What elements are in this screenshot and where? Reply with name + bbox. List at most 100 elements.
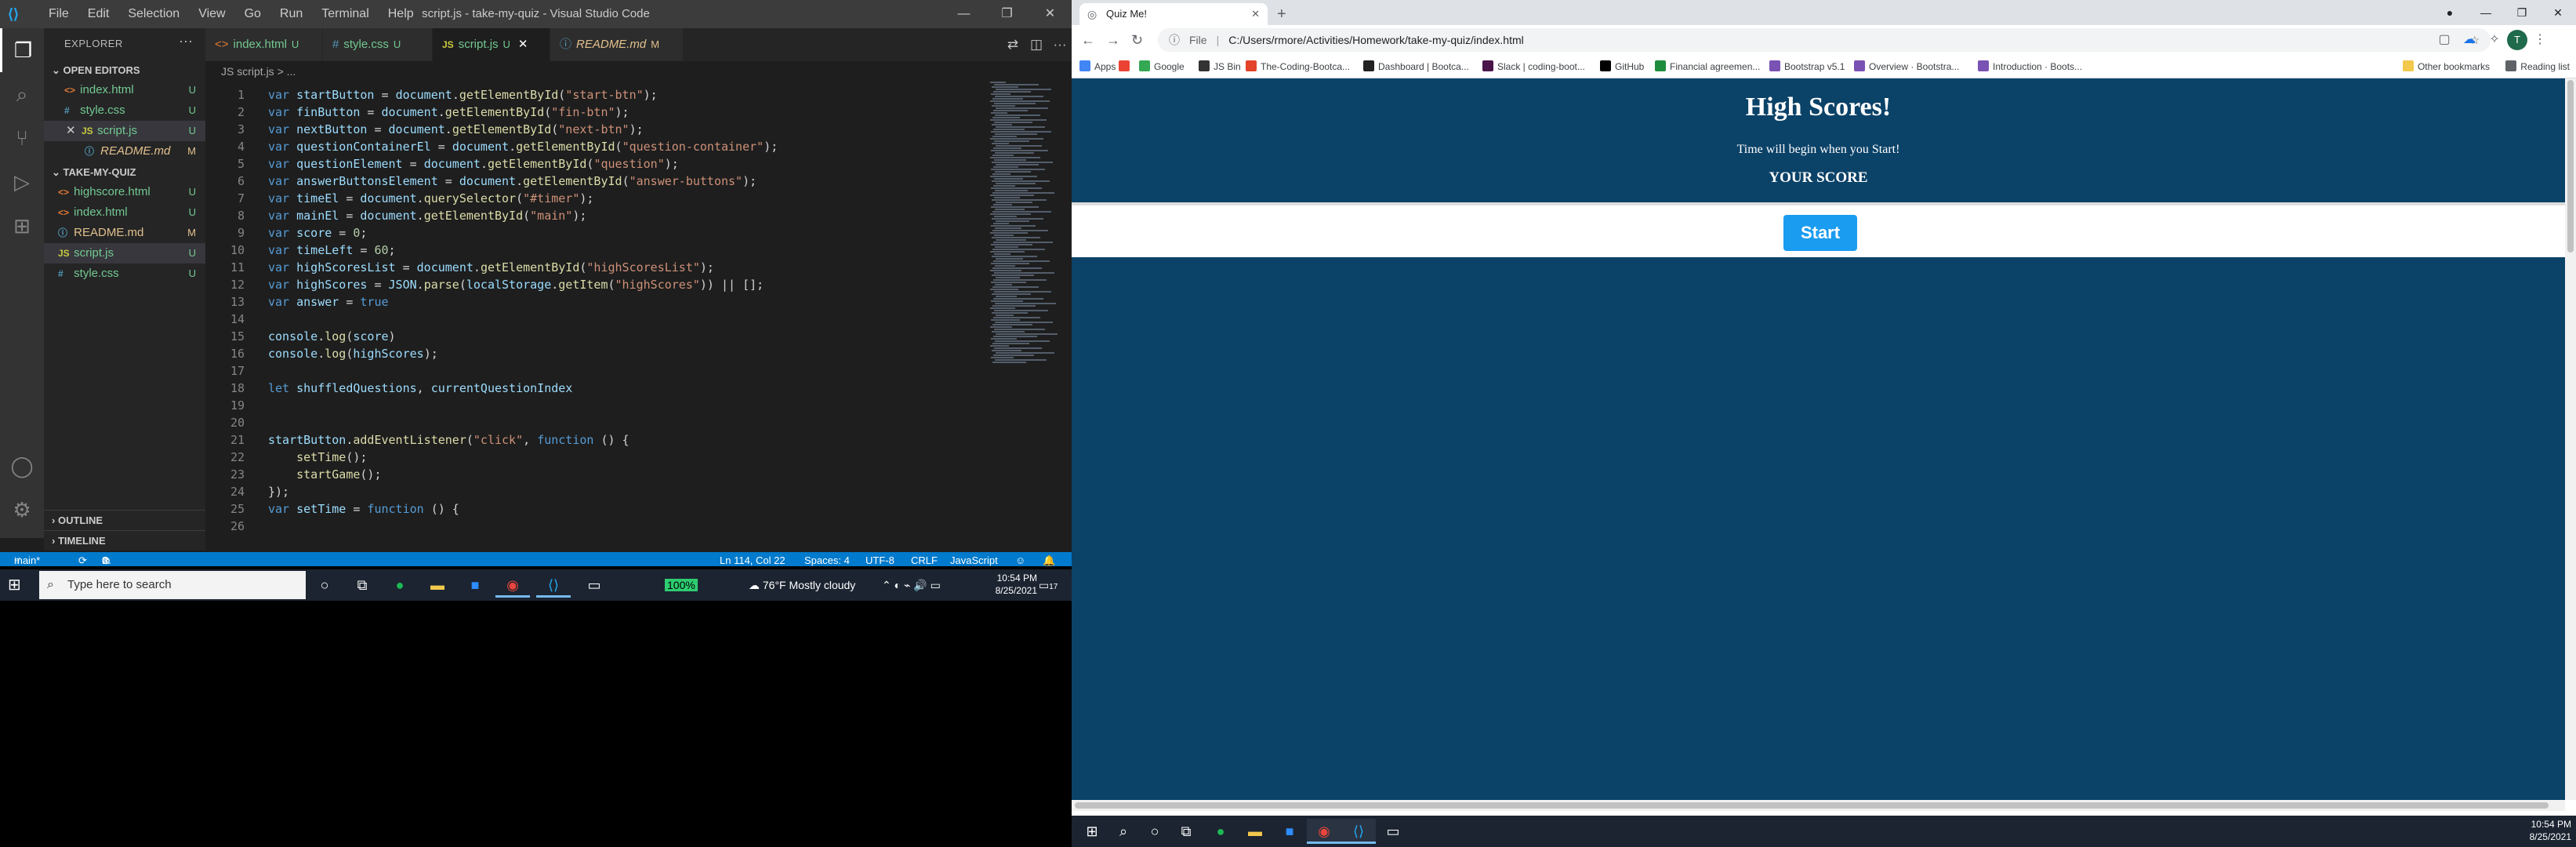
menu-terminal[interactable]: Terminal (312, 0, 378, 28)
back-icon[interactable]: ← (1081, 25, 1095, 55)
taskbar-clock[interactable]: 10:54 PM 8/25/2021 (996, 572, 1037, 597)
encoding[interactable]: UTF-8 (865, 552, 894, 566)
start-button[interactable]: Start (1783, 215, 1857, 251)
reading-list[interactable]: Reading list (2505, 55, 2570, 78)
horizontal-scrollbar[interactable] (1072, 800, 2565, 811)
timeline-section[interactable]: › TIMELINE (44, 530, 205, 551)
bookmark-item[interactable]: JS Bin (1199, 55, 1241, 78)
account-icon[interactable]: ◯ (0, 444, 44, 488)
restore-button[interactable]: ❐ (2504, 0, 2540, 25)
tab-index-html[interactable]: <> index.html U (205, 28, 323, 61)
extension-icon[interactable]: ▢ (2432, 25, 2457, 55)
more-actions-icon[interactable]: ··· (1048, 28, 1072, 61)
windows-start-icon[interactable]: ⊞ (8, 576, 25, 594)
tab-readme-md[interactable]: ⓘ README.md M (550, 28, 684, 61)
bookmark-item[interactable]: Slack | coding-boot... (1482, 55, 1585, 78)
open-editor-item[interactable]: <> index.html U (44, 80, 205, 100)
close-button[interactable]: ✕ (2540, 0, 2576, 25)
spotify-icon[interactable]: ● (1203, 819, 1238, 844)
spotify-icon[interactable]: ● (383, 573, 417, 598)
outline-section[interactable]: › OUTLINE (44, 510, 205, 530)
cloud-extension-icon[interactable]: ☁ (2457, 25, 2482, 55)
source-control-icon[interactable]: ⑂ (0, 116, 44, 160)
settings-gear-icon[interactable]: ⚙ (0, 488, 44, 532)
code-editor[interactable]: 1 var startButton = document.getElementBy… (205, 82, 1072, 544)
bookmark-item[interactable]: GitHub (1600, 55, 1644, 78)
taskbar-search[interactable]: ⌕ Type here to search (39, 571, 306, 599)
chrome-icon[interactable]: ◉ (1307, 819, 1341, 844)
file-item[interactable]: <> highscore.html U (44, 182, 205, 202)
minimap[interactable] (990, 82, 1061, 364)
vscode-taskbar-icon[interactable]: ⟨⟩ (1341, 819, 1376, 844)
language-mode[interactable]: JavaScript (950, 552, 998, 566)
menu-view[interactable]: View (189, 0, 234, 28)
bookmark-item[interactable]: Google (1139, 55, 1185, 78)
terminal-icon[interactable]: ▭ (577, 573, 611, 598)
tray-icons[interactable]: ⌃ ◐ ⌁ 🔊 ▭ (882, 569, 941, 601)
other-bookmarks[interactable]: Other bookmarks (2402, 55, 2490, 78)
indentation[interactable]: Spaces: 4 (804, 552, 850, 566)
weather-widget[interactable]: ☁ 76°F Mostly cloudy (749, 569, 855, 601)
browser-tab[interactable]: ◎ Quiz Me! ✕ (1079, 3, 1268, 25)
more-actions-icon[interactable]: ··· (179, 33, 193, 49)
file-item[interactable]: <> index.html U (44, 202, 205, 223)
split-editor-icon[interactable]: ◫ (1025, 28, 1048, 61)
cortana-icon[interactable]: ○ (1137, 819, 1172, 844)
address-bar[interactable]: ⓘ File | C:/Users/rmore/Activities/Homework… (1158, 28, 2491, 52)
extensions-icon[interactable]: ⊞ (0, 204, 44, 248)
feedback-icon[interactable]: ☺ (1015, 552, 1025, 566)
battery-status[interactable]: 100% (665, 569, 698, 601)
vertical-scrollbar[interactable] (2565, 78, 2576, 800)
open-editor-item[interactable]: # style.css U (44, 100, 205, 121)
file-explorer-icon[interactable]: ▬ (420, 573, 455, 598)
restore-button[interactable]: ❐ (985, 0, 1029, 28)
chrome-menu-dot-icon[interactable]: ● (2432, 0, 2468, 25)
open-editor-item[interactable]: ⓘ README.md M (44, 141, 205, 162)
forward-icon[interactable]: → (1106, 25, 1120, 55)
compare-icon[interactable]: ⇄ (1001, 28, 1025, 61)
close-button[interactable]: ✕ (1029, 0, 1072, 28)
windows-start-icon[interactable]: ⊞ (1075, 819, 1109, 844)
file-item[interactable]: ⓘ README.md M (44, 223, 205, 243)
scroll-thumb[interactable] (2567, 80, 2574, 253)
task-view-icon[interactable]: ⧉ (1169, 819, 1203, 844)
menu-run[interactable]: Run (270, 0, 312, 28)
search-icon[interactable]: ⌕ (1106, 819, 1141, 844)
reload-icon[interactable]: ↻ (1131, 25, 1143, 55)
tab-style-css[interactable]: # style.css U (323, 28, 433, 61)
file-explorer-icon[interactable]: ▬ (1238, 819, 1272, 844)
tab-script-js[interactable]: JS script.js U ✕ (433, 28, 550, 61)
puzzle-extensions-icon[interactable]: ✧ (2482, 25, 2507, 55)
menu-help[interactable]: Help (379, 0, 423, 28)
scroll-thumb[interactable] (1075, 802, 2549, 809)
new-tab-button[interactable]: + (1277, 3, 1286, 25)
breadcrumb[interactable]: JS script.js > ... (205, 61, 989, 82)
folder-header[interactable]: ⌄ TAKE-MY-QUIZ (44, 163, 205, 182)
bookmark-item[interactable]: Apps (1079, 55, 1116, 78)
file-item[interactable]: # style.css U (44, 264, 205, 284)
bookmark-item[interactable]: Introduction · Boots... (1978, 55, 2082, 78)
open-editor-item[interactable]: ✕ JS script.js U (44, 121, 205, 141)
notification-bell-icon[interactable]: 🔔 (1043, 552, 1055, 566)
search-icon[interactable]: ⌕ (0, 72, 44, 116)
menu-go[interactable]: Go (235, 0, 270, 28)
vscode-taskbar-icon[interactable]: ⟨⟩ (536, 573, 571, 598)
run-debug-icon[interactable]: ▷ (0, 160, 44, 204)
sync-icon[interactable]: ⟳ (78, 552, 87, 566)
close-icon[interactable]: ✕ (66, 121, 76, 141)
bookmark-item[interactable]: Overview · Bootstra... (1854, 55, 1959, 78)
bookmark-item[interactable]: Dashboard | Bootca... (1363, 55, 1469, 78)
task-view-icon[interactable]: ⧉ (345, 573, 379, 598)
menu-edit[interactable]: Edit (78, 0, 119, 28)
file-item[interactable]: JS script.js U (44, 243, 205, 264)
menu-selection[interactable]: Selection (118, 0, 189, 28)
taskbar-clock[interactable]: 10:54 PM 8/25/2021 (2530, 818, 2571, 843)
bookmark-item[interactable]: The-Coding-Bootca... (1246, 55, 1350, 78)
minimize-button[interactable]: — (2468, 0, 2504, 25)
chrome-icon[interactable]: ◉ (495, 573, 530, 598)
minimize-button[interactable]: — (942, 0, 985, 28)
cursor-position[interactable]: Ln 114, Col 22 (720, 552, 785, 566)
kebab-menu-icon[interactable]: ⋮ (2527, 25, 2552, 55)
notification-center[interactable]: ▭17 (1039, 569, 1058, 601)
bookmark-item[interactable]: Financial agreemen... (1655, 55, 1760, 78)
